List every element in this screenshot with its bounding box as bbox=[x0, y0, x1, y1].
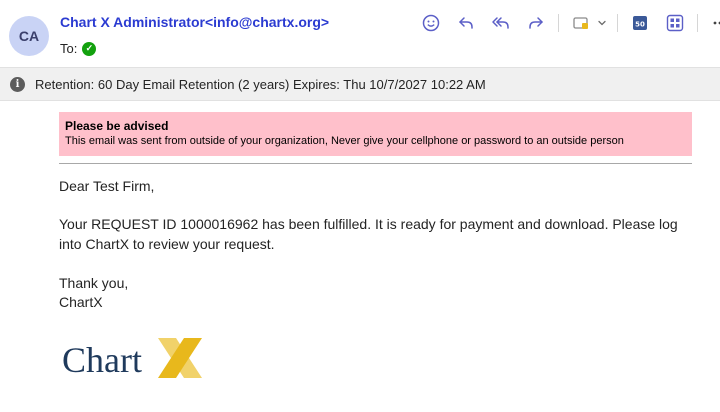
calendar-icon[interactable]: 50 bbox=[627, 10, 653, 36]
external-sender-warning: Please be advised This email was sent fr… bbox=[59, 112, 692, 156]
grid-icon[interactable] bbox=[662, 10, 688, 36]
sender-name[interactable]: Chart X Administrator<info@chartx.org> bbox=[60, 14, 329, 30]
logo-text: Chart bbox=[62, 340, 142, 380]
reply-icon[interactable] bbox=[453, 10, 479, 36]
chartx-logo: Chart bbox=[62, 338, 202, 380]
more-icon[interactable] bbox=[707, 10, 720, 36]
info-icon: i bbox=[10, 76, 25, 92]
message-paragraph: Your REQUEST ID 1000016962 has been fulf… bbox=[59, 216, 678, 252]
signature: ChartX bbox=[59, 294, 103, 310]
emoji-icon[interactable] bbox=[418, 10, 444, 36]
toolbar-divider bbox=[697, 14, 698, 32]
warning-text: This email was sent from outside of your… bbox=[65, 135, 624, 147]
retention-text: Retention: 60 Day Email Retention (2 yea… bbox=[35, 76, 486, 92]
reply-all-icon[interactable] bbox=[488, 10, 514, 36]
toolbar-divider bbox=[558, 14, 559, 32]
check-icon[interactable]: ✓ bbox=[82, 41, 97, 56]
warning-title: Please be advised bbox=[65, 119, 169, 133]
chevron-down-icon[interactable] bbox=[596, 10, 608, 36]
toolbar-divider bbox=[617, 14, 618, 32]
closing: Thank you, bbox=[59, 275, 129, 291]
to-row: To: ✓ bbox=[60, 41, 97, 56]
to-label: To: bbox=[60, 41, 78, 56]
avatar[interactable]: CA bbox=[9, 16, 49, 56]
forward-icon[interactable] bbox=[523, 10, 549, 36]
apps-icon[interactable] bbox=[568, 10, 594, 36]
greeting: Dear Test Firm, bbox=[59, 178, 155, 194]
message-toolbar: 50 bbox=[418, 10, 720, 36]
message-header: CA Chart X Administrator<info@chartx.org… bbox=[0, 0, 720, 66]
svg-text:50: 50 bbox=[635, 21, 645, 29]
divider bbox=[59, 163, 692, 164]
retention-banner: i Retention: 60 Day Email Retention (2 y… bbox=[0, 67, 720, 101]
